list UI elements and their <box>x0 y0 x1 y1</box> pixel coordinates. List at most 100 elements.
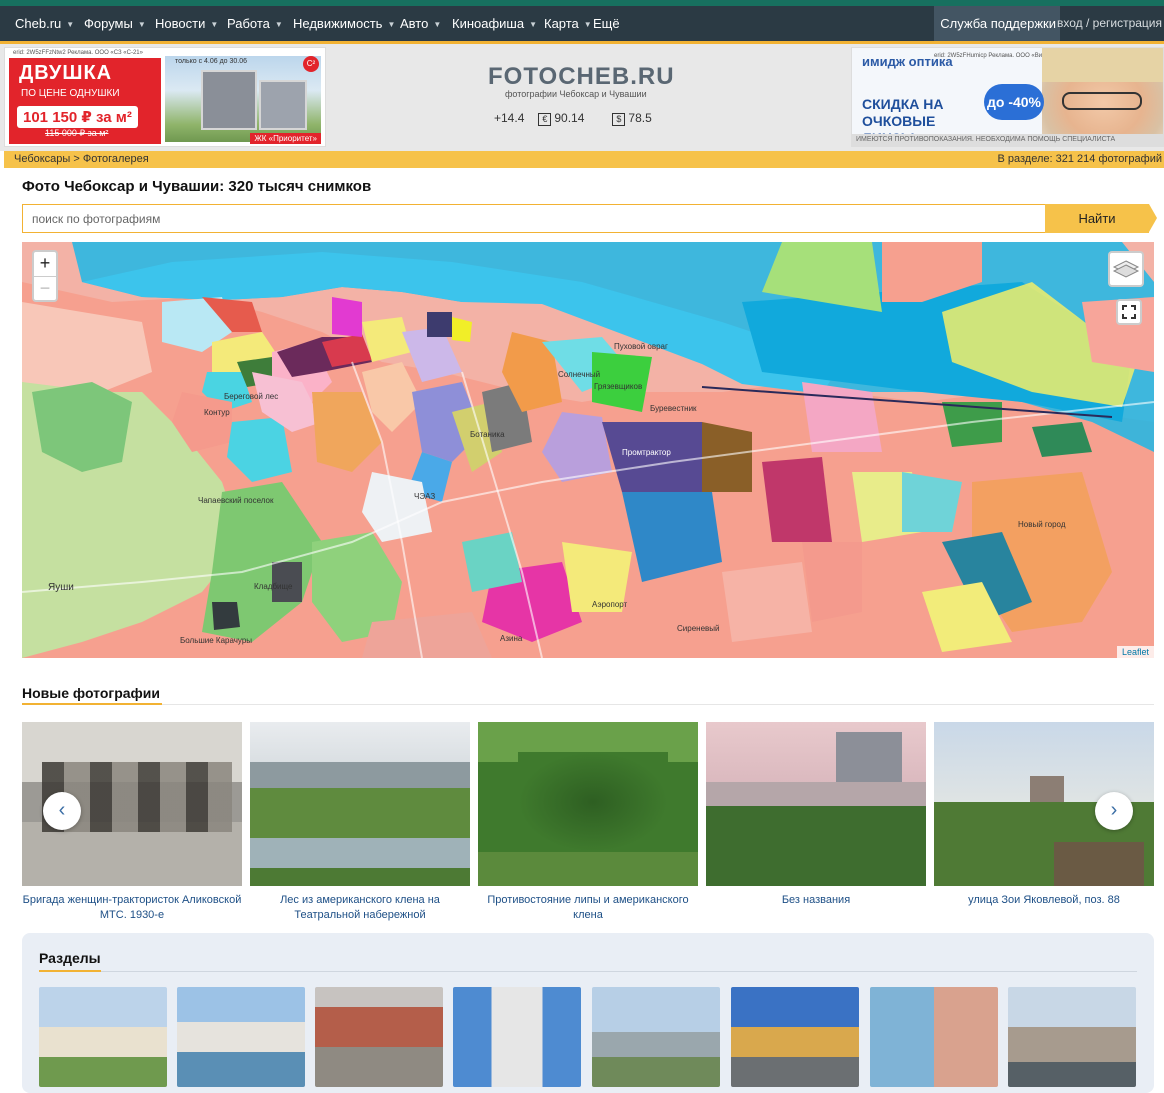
fullscreen-button[interactable] <box>1116 299 1142 325</box>
section-thumb[interactable] <box>731 987 859 1087</box>
map-label: Большие Карачуры <box>180 636 253 645</box>
nav-auto[interactable]: Авто ▼ <box>400 16 441 31</box>
nav-label: Новости <box>155 16 206 31</box>
login-link[interactable]: вход / регистрация <box>1057 16 1162 30</box>
support-button[interactable]: Служба поддержки <box>934 6 1060 41</box>
carousel-next-button[interactable]: › <box>1095 792 1133 830</box>
district-map-tiles[interactable] <box>22 242 1154 658</box>
map-label: Чапаевский поселок <box>198 496 274 505</box>
zoom-out-button[interactable]: − <box>34 276 56 300</box>
ad-brand-badge: C² <box>303 56 319 72</box>
ad-banner-left[interactable]: erid: 2W5zFFzNtw2 Реклама. ООО «СЗ «С-21… <box>4 47 326 147</box>
ad-banner-right[interactable]: имидж оптика erid: 2W5zFHumicp Реклама. … <box>851 47 1164 147</box>
section-thumb[interactable] <box>315 987 443 1087</box>
ad-subline: ПО ЦЕНЕ ОДНУШКИ <box>21 88 120 99</box>
euro-icon: € <box>538 113 552 126</box>
chevron-down-icon: ▼ <box>583 20 592 29</box>
map-district <box>722 562 812 642</box>
nav-forums[interactable]: Форумы ▼ <box>84 16 146 31</box>
photo-caption[interactable]: Без названия <box>702 893 930 908</box>
nav-label: Киноафиша <box>452 16 525 31</box>
photo-caption[interactable]: Противостояние липы и американского клен… <box>474 893 702 923</box>
ad-headline: ДВУШКА <box>19 62 113 84</box>
photo-thumb[interactable] <box>706 722 926 886</box>
nav-realty[interactable]: Недвижимость ▼ <box>293 16 395 31</box>
site-tagline: фотографии Чебоксар и Чувашии <box>505 89 647 99</box>
nav-label: Работа <box>227 16 270 31</box>
map-label: Промтрактор <box>622 448 671 457</box>
carousel-prev-button[interactable]: ‹ <box>43 792 81 830</box>
search-box <box>22 204 1046 233</box>
nav-news[interactable]: Новости ▼ <box>155 16 218 31</box>
map-district <box>802 542 862 622</box>
photo-caption[interactable]: Бригада женщин-трактористок Аликовской М… <box>18 893 246 923</box>
glasses-shape <box>1062 92 1142 110</box>
euro-rate: €90.14 <box>538 111 598 126</box>
photo-thumb[interactable] <box>478 722 698 886</box>
ad-building-image <box>165 56 321 142</box>
fullscreen-icon <box>1122 305 1136 319</box>
search-input[interactable] <box>23 205 1045 232</box>
nav-jobs[interactable]: Работа ▼ <box>227 16 283 31</box>
map-district <box>902 472 962 532</box>
map-label: Ботаника <box>470 430 505 439</box>
nav-cheb[interactable]: Cheb.ru ▼ <box>15 16 74 31</box>
layers-button[interactable] <box>1108 251 1144 287</box>
map-district <box>427 312 452 337</box>
section-thumb[interactable] <box>592 987 720 1087</box>
photo-caption[interactable]: Лес из американского клена на Театрально… <box>246 893 474 923</box>
ad-erid: erid: 2W5zFFzNtw2 Реклама. ООО «СЗ «С-21… <box>13 50 143 56</box>
section-thumb[interactable] <box>453 987 581 1087</box>
building-shape <box>259 80 307 130</box>
ad-warning: ИМЕЮТСЯ ПРОТИВОПОКАЗАНИЯ. НЕОБХОДИМА ПОМ… <box>852 134 1163 146</box>
chevron-down-icon: ▼ <box>387 20 396 29</box>
search-button[interactable]: Найти <box>1045 204 1157 233</box>
chevron-down-icon: ▼ <box>210 20 219 29</box>
map-attribution[interactable]: Leaflet <box>1116 646 1154 658</box>
nav-more[interactable]: Ещё <box>593 16 620 31</box>
weather-currency-rates: +14.4 €90.14 $78.5 <box>494 111 680 126</box>
usd-rate: $78.5 <box>612 111 665 126</box>
nav-label: Недвижимость <box>293 16 383 31</box>
section-thumb[interactable] <box>39 987 167 1087</box>
layers-icon <box>1112 260 1140 278</box>
zoom-in-button[interactable]: + <box>34 252 56 276</box>
nav-cinema[interactable]: Киноафиша ▼ <box>452 16 537 31</box>
search-button-label: Найти <box>1078 211 1116 226</box>
nav-label: Авто <box>400 16 429 31</box>
ad-red-panel: ДВУШКА ПО ЦЕНЕ ОДНУШКИ 101 150 ₽ за м² 1… <box>9 58 161 144</box>
ad-dates: только с 4.06 до 30.06 <box>175 58 248 65</box>
nav-label: Cheb.ru <box>15 16 62 31</box>
map-label: Береговой лес <box>224 392 279 401</box>
section-thumb[interactable] <box>870 987 998 1087</box>
photo-tree <box>518 752 668 852</box>
chevron-down-icon: ▼ <box>529 20 538 29</box>
breadcrumb[interactable]: Чебоксары > Фотогалерея <box>14 153 149 165</box>
map-label: Яуши <box>48 582 74 593</box>
title-divider <box>39 970 1137 972</box>
map-label: Грязевщиков <box>594 382 643 391</box>
photo-trees <box>250 788 470 838</box>
euro-value: 90.14 <box>554 111 585 125</box>
nav-label: Форумы <box>84 16 133 31</box>
nav-map[interactable]: Карта ▼ <box>544 16 592 31</box>
map-district <box>762 457 832 542</box>
chevron-down-icon: ▼ <box>433 20 442 29</box>
site-logo[interactable]: FOTOCHEB.RU <box>488 63 675 91</box>
photo-caption[interactable]: улица Зои Яковлевой, поз. 88 <box>930 893 1158 908</box>
map-label: Новый город <box>1018 520 1066 529</box>
map-label: Сиреневый <box>677 624 720 633</box>
section-thumb[interactable] <box>1008 987 1136 1087</box>
map-label: Азина <box>500 634 523 643</box>
photo-ground <box>478 852 698 886</box>
map-district <box>1032 422 1092 457</box>
map-district <box>212 602 240 630</box>
chevron-down-icon: ▼ <box>274 20 283 29</box>
photo-thumb[interactable] <box>250 722 470 886</box>
photo-map[interactable]: Пуховой овраг Грязевщиков Промтрактор Бу… <box>22 242 1154 658</box>
map-label: Кладбище <box>254 582 293 591</box>
dollar-icon: $ <box>612 113 626 126</box>
section-thumb[interactable] <box>177 987 305 1087</box>
photo-soil <box>1054 842 1144 886</box>
ad-price: 101 150 ₽ за м² <box>17 106 138 128</box>
